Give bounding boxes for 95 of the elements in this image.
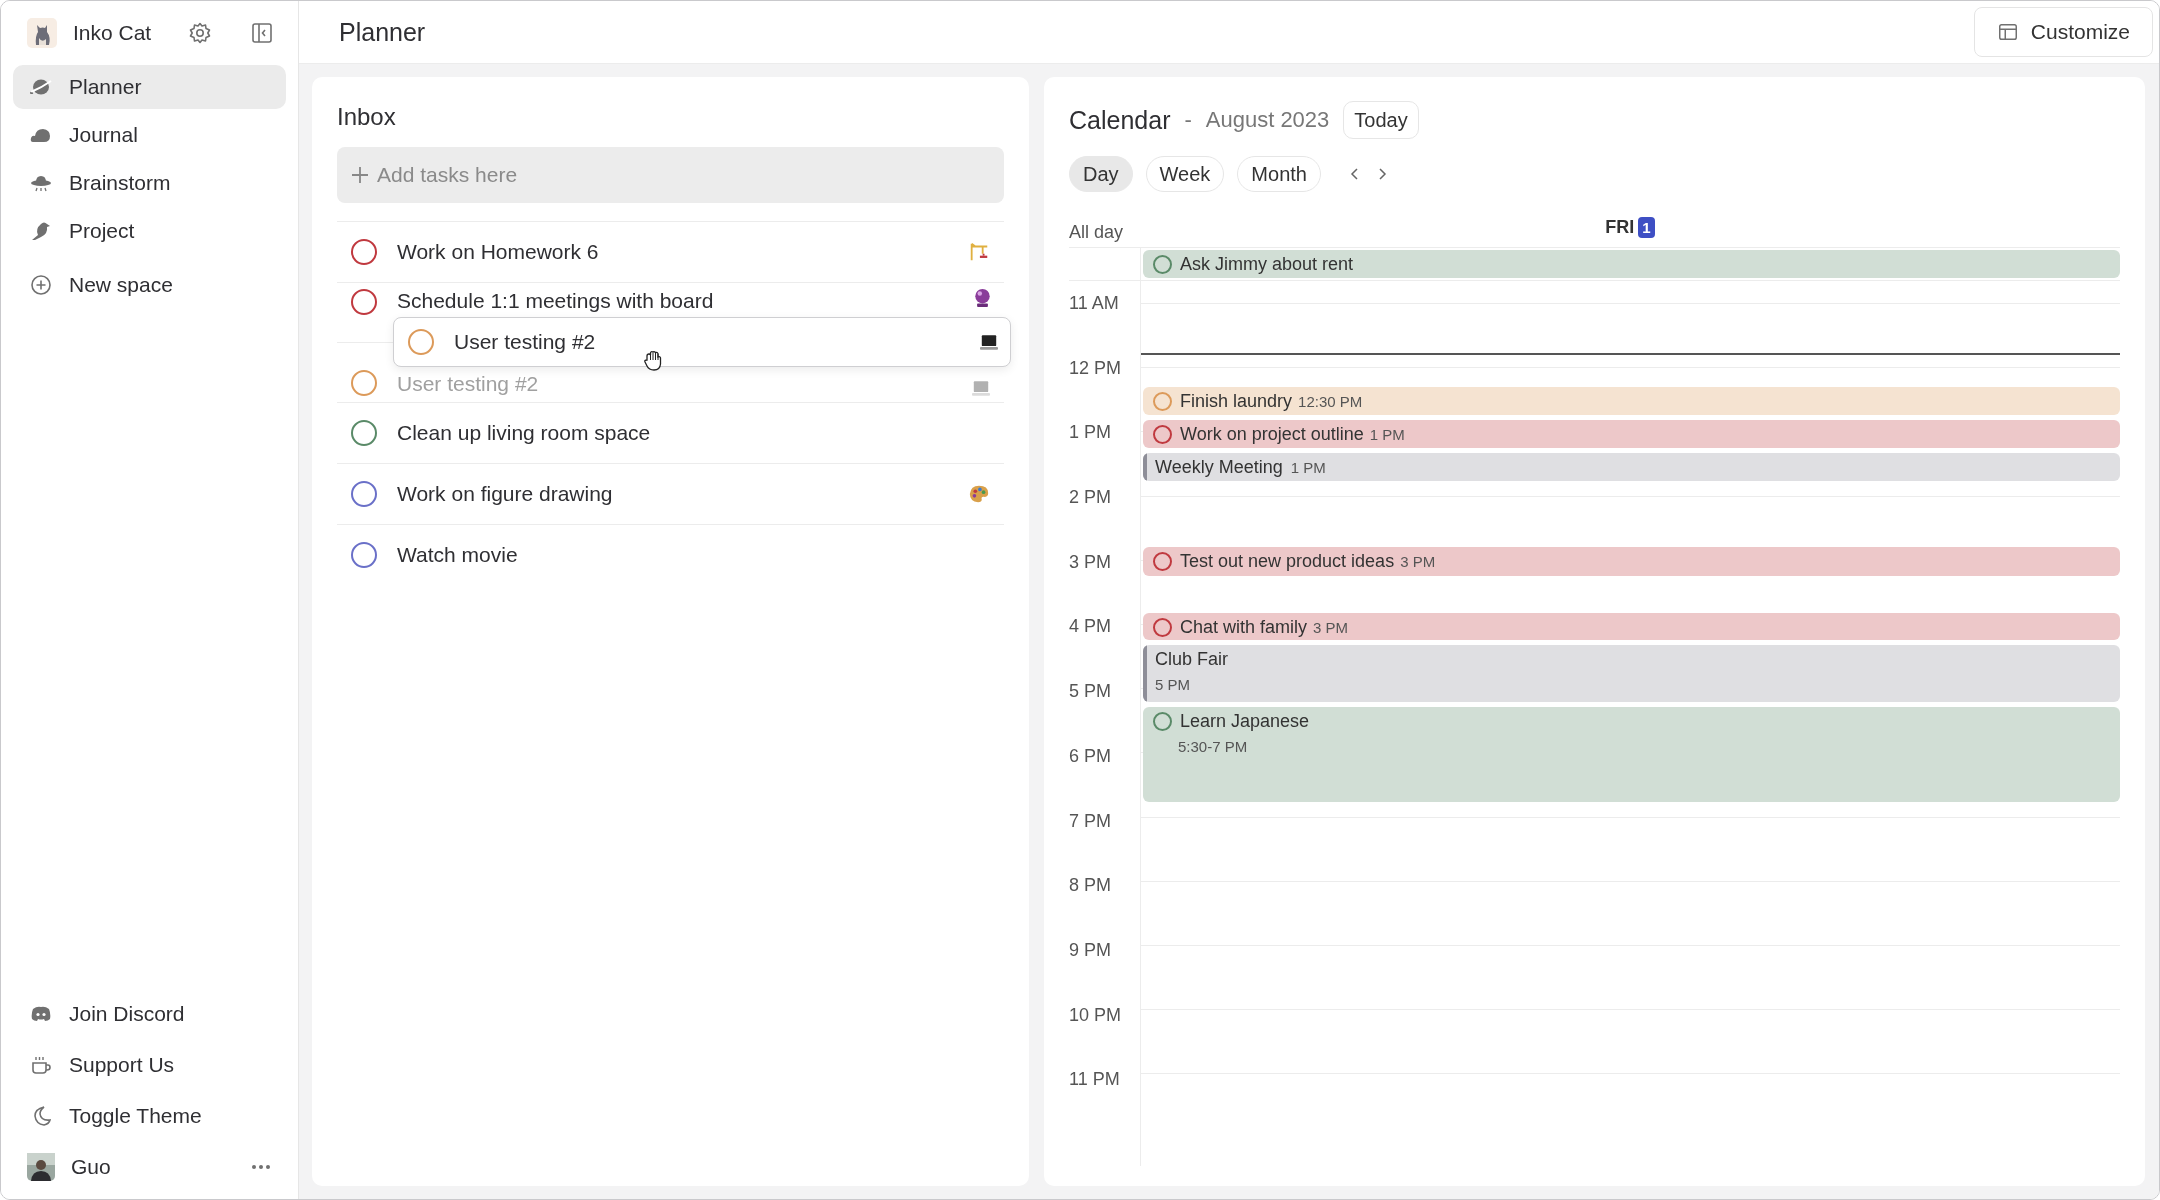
task-checkbox[interactable] <box>351 420 377 446</box>
event-checkbox[interactable] <box>1153 255 1172 274</box>
grab-cursor-icon <box>642 349 664 373</box>
calendar-month: August 2023 <box>1205 107 1330 133</box>
more-icon[interactable] <box>250 1163 272 1171</box>
sidebar-item[interactable]: Planner <box>13 65 286 109</box>
hour-label: 11 PM <box>1069 1068 1121 1092</box>
weekday-label: FRI <box>1605 216 1635 238</box>
laptop-icon <box>972 381 990 396</box>
sidebar-item[interactable]: Journal <box>13 113 286 157</box>
event-title: Work on project outline <box>1180 424 1364 446</box>
calendar-event[interactable]: Test out new product ideas 3 PM <box>1143 546 2120 576</box>
sidebar-item[interactable]: Brainstorm <box>13 161 286 205</box>
event-checkbox[interactable] <box>1153 712 1172 731</box>
all-day-label: All day <box>1069 220 1125 244</box>
date-badge: 1 <box>1638 216 1655 238</box>
plus-icon <box>352 167 368 183</box>
plus-circle-icon <box>29 273 53 297</box>
sidebar-item[interactable]: New space <box>13 263 286 307</box>
task-checkbox[interactable] <box>351 370 377 396</box>
event-time: 1 PM <box>1369 426 1405 444</box>
task-title: User testing #2 <box>397 372 540 396</box>
event-checkbox[interactable] <box>1153 551 1172 571</box>
event-time: 3 PM <box>1400 552 1436 570</box>
event-title: Finish laundry <box>1180 390 1293 412</box>
calendar-event[interactable]: Work on project outline 1 PM <box>1143 420 2120 448</box>
task-checkbox[interactable] <box>351 481 377 507</box>
calendar-event[interactable]: Learn Japanese 5:30-7 PM <box>1143 707 2120 803</box>
event-title: Chat with family <box>1180 616 1308 638</box>
event-time: 3 PM <box>1313 618 1349 636</box>
hour-label: 10 PM <box>1069 1003 1123 1027</box>
view-tab[interactable]: Month <box>1237 156 1321 192</box>
sidebar-toggle-icon[interactable] <box>250 21 274 45</box>
event-checkbox[interactable] <box>1153 425 1172 445</box>
event-title: Test out new product ideas <box>1180 550 1395 572</box>
inbox-title: Inbox <box>337 103 397 131</box>
sidebar-item[interactable]: Toggle Theme <box>13 1094 286 1138</box>
task-title: Work on figure drawing <box>397 482 614 506</box>
calendar-title: Calendar <box>1069 105 1171 135</box>
event-title: Learn Japanese <box>1180 711 1310 732</box>
calendar-event[interactable]: Chat with family 3 PM <box>1143 612 2120 641</box>
calendar-event[interactable]: Ask Jimmy about rent <box>1143 250 2120 278</box>
page-title: Planner <box>339 17 426 47</box>
add-task-field[interactable]: Add tasks here <box>337 147 1004 203</box>
event-time: 12:30 PM <box>1298 392 1363 410</box>
event-time: 5:30-7 PM <box>1178 738 1249 755</box>
event-time: 5 PM <box>1155 675 1191 693</box>
hour-label: 8 PM <box>1069 874 1112 898</box>
customize-button[interactable]: Customize <box>1973 7 2153 57</box>
event-checkbox[interactable] <box>1153 617 1172 637</box>
user-avatar <box>27 1153 55 1181</box>
drag-preview-card[interactable]: User testing #2 <box>393 317 1011 367</box>
view-tab[interactable]: Day <box>1069 156 1133 192</box>
hour-label: 1 PM <box>1069 421 1112 445</box>
event-title: Club Fair <box>1155 648 1229 670</box>
hour-label: 7 PM <box>1069 809 1112 833</box>
task-checkbox[interactable] <box>351 542 377 568</box>
hour-label: 11 AM <box>1069 292 1120 315</box>
hour-label: 9 PM <box>1069 938 1112 962</box>
calendar-event[interactable]: Finish laundry 12:30 PM <box>1143 386 2120 415</box>
hour-label: 3 PM <box>1069 550 1112 574</box>
today-button[interactable]: Today <box>1343 101 1419 139</box>
task-title: Schedule 1:1 meetings with board <box>397 289 715 313</box>
hour-label: 4 PM <box>1069 615 1112 639</box>
crane-icon <box>968 241 990 263</box>
event-checkbox[interactable] <box>1153 391 1172 411</box>
settings-icon[interactable] <box>188 21 212 45</box>
task-checkbox[interactable] <box>351 289 377 315</box>
hour-label: 5 PM <box>1069 680 1112 704</box>
sidebar-item[interactable]: Project <box>13 209 286 253</box>
hour-label: 2 PM <box>1069 486 1112 510</box>
view-tab[interactable]: Week <box>1145 156 1225 192</box>
calendar-event[interactable]: Weekly Meeting 1 PM <box>1143 453 2120 481</box>
event-title: Ask Jimmy about rent <box>1180 254 1354 275</box>
title-separator: - <box>1184 107 1192 133</box>
palette-icon <box>968 483 990 505</box>
task-title: Clean up living room space <box>397 421 652 445</box>
event-time: 1 PM <box>1290 459 1326 477</box>
workspace-name[interactable]: Inko Cat <box>73 21 152 45</box>
cat-avatar <box>27 18 57 48</box>
hour-label: 12 PM <box>1069 356 1123 380</box>
event-title: Weekly Meeting <box>1155 457 1283 479</box>
task-checkbox[interactable] <box>351 239 377 265</box>
layout-icon <box>1996 21 2019 43</box>
laptop-icon <box>980 334 998 350</box>
sidebar-item[interactable]: Join Discord <box>13 992 286 1036</box>
task-checkbox[interactable] <box>408 329 434 355</box>
task-title: Work on Homework 6 <box>397 240 600 264</box>
task-title: User testing #2 <box>454 330 597 354</box>
orb-icon <box>975 289 990 307</box>
task-title: Watch movie <box>397 543 519 567</box>
calendar-event[interactable]: Club Fair 5 PM <box>1143 644 2120 702</box>
user-name: Guo <box>71 1155 111 1179</box>
hour-label: 6 PM <box>1069 744 1112 768</box>
sidebar-item[interactable]: Support Us <box>13 1043 286 1087</box>
